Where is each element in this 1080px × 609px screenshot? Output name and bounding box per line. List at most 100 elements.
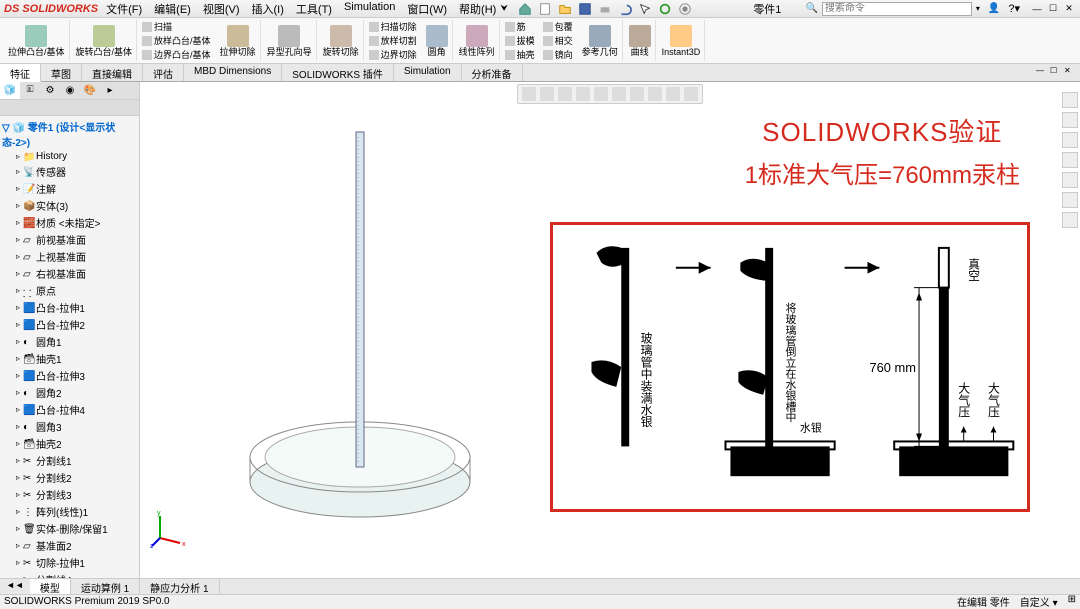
fm-prop-tab[interactable]: 🗉	[20, 82, 40, 99]
tree-item[interactable]: ▹📁History	[2, 150, 137, 163]
prev-view-icon[interactable]	[558, 87, 572, 101]
rebuild-icon[interactable]	[658, 2, 672, 16]
rib-button[interactable]: 筋	[505, 20, 535, 33]
intersect-button[interactable]: 相交	[543, 34, 573, 47]
loft-boss-button[interactable]: 放样凸台/基体	[142, 34, 211, 47]
tab-evaluate[interactable]: 评估	[143, 64, 184, 81]
tree-item[interactable]: ▹✂分割线2	[2, 469, 137, 486]
btab-prev-icon[interactable]: ◄◄	[0, 579, 30, 594]
instant3d-button[interactable]: Instant3D	[658, 20, 706, 61]
menu-tools[interactable]: 工具(T)	[296, 1, 332, 17]
boundary-boss-button[interactable]: 边界凸台/基体	[142, 48, 211, 61]
tree-item[interactable]: ▹⋮⋮阵列(线性)1	[2, 503, 137, 520]
fm-more-tab[interactable]: ▸	[100, 82, 120, 99]
menu-view[interactable]: 视图(V)	[203, 1, 240, 17]
tp-explorer-icon[interactable]	[1062, 132, 1078, 148]
tree-item[interactable]: ▹◐圆角1	[2, 333, 137, 350]
menu-help[interactable]: 帮助(H)	[459, 1, 496, 17]
fm-tree-tab[interactable]: 🧊	[0, 82, 20, 99]
extrude-boss-button[interactable]: 拉伸凸台/基体	[4, 20, 70, 61]
maximize-button[interactable]: ☐	[1046, 3, 1060, 15]
open-icon[interactable]	[558, 2, 572, 16]
new-icon[interactable]	[538, 2, 552, 16]
menu-window[interactable]: 窗口(W)	[407, 1, 447, 17]
tp-palette-icon[interactable]	[1062, 152, 1078, 168]
mirror-button[interactable]: 镜向	[543, 48, 573, 61]
tp-library-icon[interactable]	[1062, 112, 1078, 128]
tree-item[interactable]: ▹🗑实体-删除/保留1	[2, 520, 137, 537]
tree-item[interactable]: ▹🗃抽壳2	[2, 435, 137, 452]
vp-maximize-icon[interactable]: ☐	[1050, 66, 1062, 78]
tree-item[interactable]: ▹▱上视基准面	[2, 248, 137, 265]
menu-edit[interactable]: 编辑(E)	[154, 1, 191, 17]
tree-item[interactable]: ▹✂分割线4	[2, 571, 137, 578]
zoom-area-icon[interactable]	[540, 87, 554, 101]
select-icon[interactable]	[638, 2, 652, 16]
graphics-viewport[interactable]: — ☐ ✕	[140, 82, 1080, 578]
tp-forum-icon[interactable]	[1062, 212, 1078, 228]
feature-tree[interactable]: ▽ 🧊 零件1 (设计<显示状态-2>) ▹📁History▹📡传感器▹📝注解▹…	[0, 116, 139, 578]
tab-mbd[interactable]: MBD Dimensions	[184, 64, 282, 81]
tab-analysis[interactable]: 分析准备	[462, 64, 523, 81]
tree-item[interactable]: ▹🟦凸台-拉伸1	[2, 299, 137, 316]
shell-button[interactable]: 抽壳	[505, 48, 535, 61]
vp-minimize-icon[interactable]: —	[1036, 66, 1048, 78]
menu-file[interactable]: 文件(F)	[106, 1, 142, 17]
btab-model[interactable]: 模型	[30, 579, 71, 594]
tree-item[interactable]: ▹🟦凸台-拉伸3	[2, 367, 137, 384]
fm-dimxpert-tab[interactable]: ◉	[60, 82, 80, 99]
section-view-icon[interactable]	[576, 87, 590, 101]
btab-motion[interactable]: 运动算例 1	[71, 579, 140, 594]
tree-item[interactable]: ▹✂分割线1	[2, 452, 137, 469]
tp-appearance-icon[interactable]	[1062, 172, 1078, 188]
tp-resources-icon[interactable]	[1062, 92, 1078, 108]
curves-button[interactable]: 曲线	[625, 20, 656, 61]
tree-item[interactable]: ▹▱右视基准面	[2, 265, 137, 282]
tree-item[interactable]: ▹✂分割线3	[2, 486, 137, 503]
tree-item[interactable]: ▹📝注解	[2, 180, 137, 197]
scene-icon[interactable]	[666, 87, 680, 101]
tab-direct-edit[interactable]: 直接编辑	[82, 64, 143, 81]
sweep-button[interactable]: 扫描	[142, 20, 211, 33]
tree-item[interactable]: ▹📡传感器	[2, 163, 137, 180]
tab-features[interactable]: 特征	[0, 64, 41, 82]
tree-item[interactable]: ▹▱基准面2	[2, 537, 137, 554]
undo-icon[interactable]	[618, 2, 632, 16]
print-icon[interactable]	[598, 2, 612, 16]
close-button[interactable]: ✕	[1062, 3, 1076, 15]
search-input[interactable]	[822, 2, 972, 16]
loft-cut-button[interactable]: 放样切割	[369, 34, 417, 47]
display-style-icon[interactable]	[612, 87, 626, 101]
tp-props-icon[interactable]	[1062, 192, 1078, 208]
fillet-button[interactable]: 圆角	[422, 20, 453, 61]
draft-button[interactable]: 拔模	[505, 34, 535, 47]
search-dropdown-icon[interactable]: ▾	[976, 4, 980, 13]
view-settings-icon[interactable]	[684, 87, 698, 101]
menu-simulation[interactable]: Simulation	[344, 1, 395, 17]
menu-dropdown-icon[interactable]: ⮟	[500, 3, 508, 14]
home-icon[interactable]	[518, 2, 532, 16]
options-icon[interactable]	[678, 2, 692, 16]
status-custom[interactable]: 自定义 ▾	[1020, 594, 1058, 609]
status-icon[interactable]: ⊞	[1068, 594, 1076, 609]
hide-show-icon[interactable]	[630, 87, 644, 101]
user-icon[interactable]: 👤	[988, 3, 1000, 14]
tree-item[interactable]: ▹📦实体(3)	[2, 197, 137, 214]
vp-close-icon[interactable]: ✕	[1064, 66, 1076, 78]
ref-geom-button[interactable]: 参考几何	[578, 20, 623, 61]
appearance-icon[interactable]	[648, 87, 662, 101]
revolve-boss-button[interactable]: 旋转凸台/基体	[72, 20, 138, 61]
extrude-cut-button[interactable]: 拉伸切除	[216, 20, 261, 61]
tree-item[interactable]: ▹🗃抽壳1	[2, 350, 137, 367]
tree-item[interactable]: ▹🧱材质 <未指定>	[2, 214, 137, 231]
tree-root[interactable]: ▽ 🧊 零件1 (设计<显示状态-2>)	[2, 118, 137, 150]
tab-sketch[interactable]: 草图	[41, 64, 82, 81]
linear-pattern-button[interactable]: 线性阵列	[455, 20, 500, 61]
tree-item[interactable]: ▹◐圆角2	[2, 384, 137, 401]
fm-config-tab[interactable]: ⚙	[40, 82, 60, 99]
help-icon[interactable]: ?▾	[1008, 2, 1020, 15]
tree-item[interactable]: ▹🟦凸台-拉伸4	[2, 401, 137, 418]
minimize-button[interactable]: —	[1030, 3, 1044, 15]
tab-sim[interactable]: Simulation	[394, 64, 462, 81]
btab-stress[interactable]: 静应力分析 1	[140, 579, 219, 594]
